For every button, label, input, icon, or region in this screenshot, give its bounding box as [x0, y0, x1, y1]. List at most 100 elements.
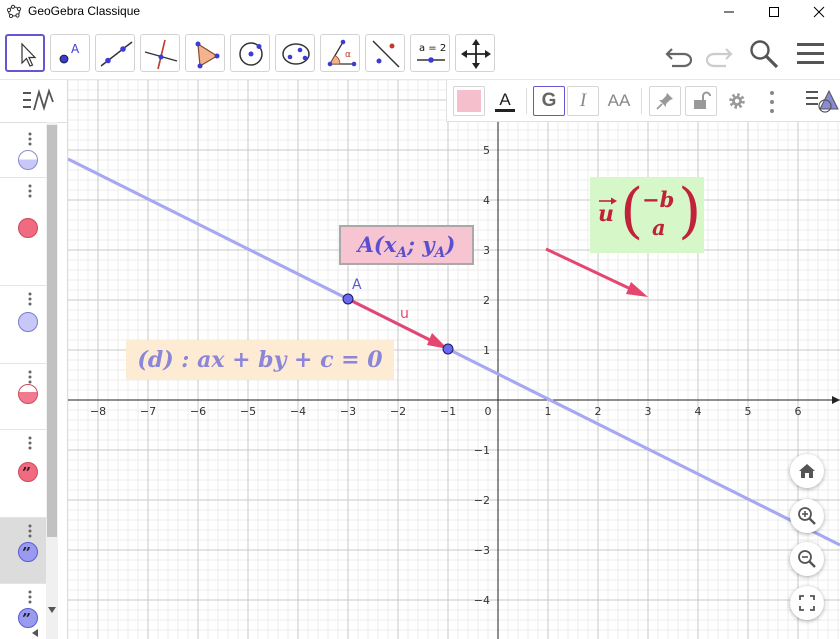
italic-button[interactable]: I: [567, 86, 599, 116]
more-vertical-icon[interactable]: [28, 184, 32, 198]
text-object-icon[interactable]: ”: [18, 542, 38, 562]
algebra-scrollbar-thumb[interactable]: [47, 125, 57, 537]
perpendicular-line-tool-button[interactable]: [140, 34, 180, 72]
svg-text:”: ”: [22, 613, 31, 623]
zoom-in-button[interactable]: [790, 499, 824, 533]
x-tick-label: −7: [140, 405, 156, 418]
text-color-button[interactable]: A: [489, 86, 521, 116]
text-object-icon[interactable]: ”: [18, 608, 38, 628]
svg-text:”: ”: [22, 547, 31, 557]
zoom-out-icon: [798, 550, 816, 568]
more-vertical-icon[interactable]: [28, 590, 32, 604]
algebra-row[interactable]: [0, 128, 46, 178]
more-vertical-icon[interactable]: [28, 292, 32, 306]
visibility-toggle-icon[interactable]: [18, 150, 38, 170]
search-icon[interactable]: [748, 38, 780, 70]
close-button[interactable]: [796, 0, 840, 24]
vector-u-on-line[interactable]: [347, 297, 439, 346]
visibility-toggle-icon[interactable]: [18, 312, 38, 332]
zoom-out-button[interactable]: [790, 542, 824, 576]
undo-icon[interactable]: [664, 40, 696, 68]
y-tick-label: −2: [474, 494, 490, 507]
y-tick-label: 5: [483, 144, 490, 157]
visibility-toggle-icon[interactable]: [18, 218, 38, 238]
point-b[interactable]: [442, 343, 454, 355]
zoom-in-icon: [798, 507, 816, 525]
vector-arrow-icon: [599, 197, 617, 205]
line-equation-text[interactable]: (d) : ax + by + c = 0: [126, 340, 394, 380]
slider-tool-button[interactable]: a = 2: [410, 34, 450, 72]
line-icon: [100, 41, 133, 67]
x-tick-label: 0: [485, 405, 492, 418]
x-tick-label: −4: [290, 405, 306, 418]
pin-button[interactable]: [649, 86, 681, 116]
perpendicular-icon: [144, 39, 178, 70]
more-vertical-icon[interactable]: [769, 90, 775, 114]
graphics-view[interactable]: −8 −7 −6 −5 −4 −3 −2 −1 0 1 2 3 4 5 6 5 4 3 2 1 −1 −2 −3 −4 A …: [68, 80, 840, 639]
gear-icon: [729, 93, 745, 109]
algebra-row[interactable]: [0, 364, 46, 430]
more-vertical-icon[interactable]: [28, 436, 32, 450]
fullscreen-icon: [799, 595, 815, 611]
algebra-row[interactable]: ”: [0, 430, 46, 518]
text-object-icon[interactable]: ”: [18, 462, 38, 482]
reflect-tool-button[interactable]: [365, 34, 405, 72]
polygon-tool-button[interactable]: [185, 34, 225, 72]
minimize-button[interactable]: [706, 0, 752, 24]
vector-u-top: −b: [642, 187, 675, 212]
left-paren-icon: (: [620, 176, 644, 246]
more-vertical-icon[interactable]: [28, 524, 32, 538]
lock-button[interactable]: [685, 86, 717, 116]
home-icon: [799, 464, 815, 478]
title-bar: GeoGebra Classique: [0, 0, 840, 24]
circle-icon: [239, 42, 263, 66]
more-vertical-icon[interactable]: [28, 370, 32, 384]
x-tick-label: 1: [545, 405, 552, 418]
slider-tool-label: a = 2: [419, 43, 446, 54]
move-graphics-tool-button[interactable]: [455, 34, 495, 72]
algebra-row-selected[interactable]: ”: [0, 518, 46, 584]
maximize-button[interactable]: [751, 0, 797, 24]
angle-tool-button[interactable]: α: [320, 34, 360, 72]
scroll-down-icon[interactable]: [47, 606, 57, 614]
home-button[interactable]: [790, 454, 824, 488]
settings-button[interactable]: [721, 86, 753, 116]
fill-color-button[interactable]: [453, 86, 485, 116]
geogebra-logo-icon: [7, 4, 21, 18]
move-tool-button[interactable]: [5, 34, 45, 72]
y-tick-label: 3: [483, 244, 490, 257]
x-tick-label: −6: [190, 405, 206, 418]
maximize-icon: [769, 7, 779, 17]
algebra-view-toggle-icon[interactable]: [22, 88, 56, 114]
y-tick-label: −1: [474, 444, 490, 457]
pin-icon: [656, 93, 673, 110]
minimize-icon: [724, 11, 734, 13]
move-arrows-icon: [461, 39, 491, 69]
slider-icon: a = 2: [417, 43, 446, 63]
y-tick-label: 2: [483, 294, 490, 307]
redo-icon[interactable]: [702, 40, 734, 68]
right-paren-icon: ): [678, 176, 702, 246]
circle-tool-button[interactable]: [230, 34, 270, 72]
unlock-icon: [694, 91, 711, 109]
vector-u-label: u: [400, 306, 409, 322]
style-bar: A G I AA: [446, 80, 840, 122]
conic-tool-button[interactable]: [275, 34, 315, 72]
point-tool-button[interactable]: A: [50, 34, 90, 72]
visibility-toggle-icon[interactable]: [18, 384, 38, 404]
algebra-row[interactable]: [0, 178, 46, 286]
point-a[interactable]: [342, 293, 354, 305]
y-tick-label: 1: [483, 344, 490, 357]
svg-text:”: ”: [22, 467, 31, 477]
vector-u-coordinates-text[interactable]: u ( −b a ): [590, 177, 704, 253]
more-vertical-icon[interactable]: [28, 132, 32, 146]
scroll-left-icon[interactable]: [30, 628, 40, 638]
graphics-view-toggle-icon[interactable]: [805, 88, 839, 114]
text-size-button[interactable]: AA: [603, 86, 635, 116]
fullscreen-button[interactable]: [790, 586, 824, 620]
point-a-coordinates-text[interactable]: A(xA; yA): [339, 225, 474, 265]
algebra-row[interactable]: [0, 286, 46, 364]
line-tool-button[interactable]: [95, 34, 135, 72]
menu-icon[interactable]: [796, 40, 826, 68]
bold-button[interactable]: G: [533, 86, 565, 116]
